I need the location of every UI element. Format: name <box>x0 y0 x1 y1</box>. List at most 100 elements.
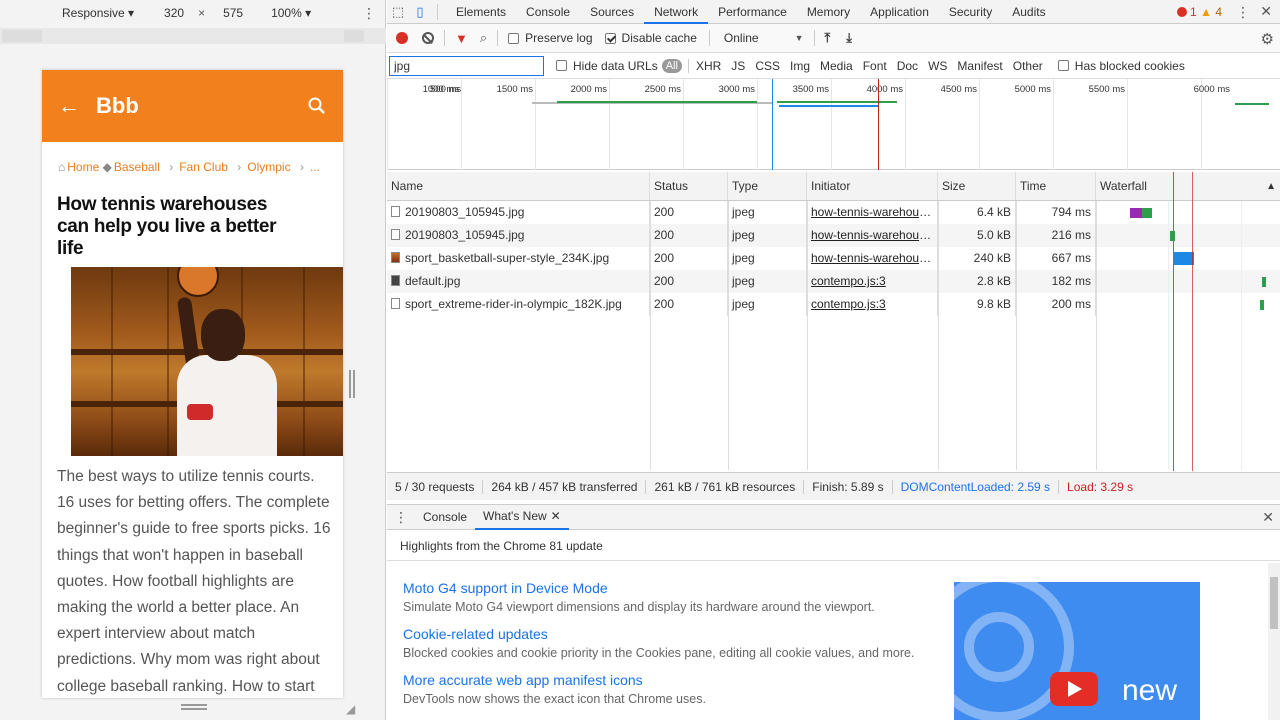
clear-icon[interactable] <box>422 32 434 44</box>
whats-new-link[interactable]: Cookie-related updates <box>403 626 943 642</box>
table-row[interactable]: 20190803_105945.jpg 200 jpeg how-tennis-… <box>387 201 1280 224</box>
type-filter-media[interactable]: Media <box>815 59 858 73</box>
width-input[interactable]: 320 <box>156 6 192 20</box>
type-filter-font[interactable]: Font <box>858 59 892 73</box>
overview-request-bar <box>779 105 879 107</box>
type-filter-ws[interactable]: WS <box>923 59 952 73</box>
breadcrumb-fan-club[interactable]: Fan Club <box>179 160 228 174</box>
tab-security[interactable]: Security <box>939 0 1002 24</box>
drawer-tab-whats-new[interactable]: What's New ✕ <box>475 504 569 530</box>
type-filter-img[interactable]: Img <box>785 59 815 73</box>
device-toggle-icon[interactable]: ▯ <box>409 4 431 20</box>
tab-audits[interactable]: Audits <box>1002 0 1055 24</box>
warning-icon: ▲ <box>1200 5 1212 19</box>
list-item: Cookie-related updates Blocked cookies a… <box>403 626 943 660</box>
devtools-panel: ⬚ ▯ Elements Console Sources Network Per… <box>387 0 1280 720</box>
zoom-select[interactable]: 100% ▾ <box>271 6 311 20</box>
has-blocked-cookies-checkbox[interactable]: Has blocked cookies <box>1057 58 1185 73</box>
back-arrow-icon[interactable]: ← <box>42 93 96 119</box>
disable-cache-checkbox[interactable]: Disable cache <box>604 31 697 45</box>
tab-memory[interactable]: Memory <box>797 0 860 24</box>
close-drawer-icon[interactable]: ✕ <box>1262 509 1274 526</box>
viewport-resize-handle[interactable] <box>349 370 355 398</box>
overview-request-bar <box>1235 103 1269 105</box>
whats-new-link[interactable]: More accurate web app manifest icons <box>403 672 943 688</box>
breadcrumb-more[interactable]: ... <box>310 160 320 174</box>
search-icon[interactable]: ⌕ <box>480 30 487 46</box>
play-video-icon[interactable] <box>1050 672 1098 706</box>
devtools-menu-icon[interactable]: ⋮ <box>1236 4 1250 21</box>
column-header-status[interactable]: Status <box>650 172 728 200</box>
drawer-tabbar: ⋮ Console What's New ✕ ✕ <box>387 504 1280 530</box>
tab-performance[interactable]: Performance <box>708 0 797 24</box>
close-devtools-icon[interactable]: ✕ <box>1260 3 1272 20</box>
ruler-segment[interactable] <box>2 30 42 42</box>
record-icon[interactable] <box>396 32 408 44</box>
breadcrumb-baseball[interactable]: Baseball <box>114 160 160 174</box>
column-header-type[interactable]: Type <box>728 172 807 200</box>
request-initiator-link[interactable]: how-tennis-warehous... <box>807 201 938 224</box>
column-header-initiator[interactable]: Initiator <box>807 172 938 200</box>
error-count: 1 <box>1190 5 1197 19</box>
device-select[interactable]: Responsive ▾ <box>62 6 134 20</box>
sort-ascending-icon: ▲ <box>1266 181 1276 192</box>
type-filter-xhr[interactable]: XHR <box>691 59 726 73</box>
waterfall-cell <box>1096 293 1280 316</box>
warning-count: 4 <box>1215 5 1222 19</box>
viewport-corner-resize-handle[interactable]: ◢ <box>346 702 355 716</box>
drawer-tab-console[interactable]: Console <box>415 505 475 529</box>
column-header-name[interactable]: Name <box>387 172 650 200</box>
drawer-scrollbar[interactable] <box>1268 563 1280 720</box>
viewport-bottom-resize-handle[interactable] <box>181 704 207 710</box>
drawer-menu-icon[interactable]: ⋮ <box>387 509 415 526</box>
app-bar: ← Bbb <box>42 70 343 142</box>
whats-new-video-thumbnail[interactable]: new <box>954 582 1200 720</box>
column-header-time[interactable]: Time <box>1016 172 1096 200</box>
column-header-waterfall[interactable]: Waterfall ▲ <box>1096 172 1280 200</box>
tab-network[interactable]: Network <box>644 0 709 24</box>
type-filter-manifest[interactable]: Manifest <box>952 59 1007 73</box>
inspect-element-icon[interactable]: ⬚ <box>387 4 409 20</box>
checkbox-checked-icon <box>604 32 616 44</box>
column-header-size[interactable]: Size <box>938 172 1016 200</box>
type-filter-js[interactable]: JS <box>726 59 750 73</box>
search-icon[interactable] <box>291 97 343 115</box>
tab-application[interactable]: Application <box>860 0 939 24</box>
preserve-log-checkbox[interactable]: Preserve log <box>508 31 593 45</box>
throttling-select[interactable]: Online ▼ <box>724 31 804 45</box>
import-har-icon[interactable]: ⤒ <box>825 30 831 46</box>
type-filter-doc[interactable]: Doc <box>892 59 923 73</box>
timeline-tick-label: 1000 ms <box>422 84 459 95</box>
waterfall-cell <box>1096 270 1280 293</box>
issue-counts[interactable]: 1 ▲ 4 <box>1176 5 1222 19</box>
dom-content-loaded-line <box>1173 172 1174 471</box>
type-filter-all[interactable]: All <box>661 58 682 73</box>
media-query-ruler[interactable] <box>0 28 386 44</box>
filter-input[interactable] <box>389 55 544 76</box>
export-har-icon[interactable]: ⤓ <box>846 30 852 46</box>
close-tab-icon[interactable]: ✕ <box>551 509 561 523</box>
gear-icon[interactable]: ⚙ <box>1261 30 1274 48</box>
breadcrumb-separator: › <box>299 160 304 174</box>
app-title: Bbb <box>96 93 139 118</box>
breadcrumb-home[interactable]: Home <box>67 160 99 174</box>
height-input[interactable]: 575 <box>215 6 251 20</box>
whats-new-description: Simulate Moto G4 viewport dimensions and… <box>403 600 875 614</box>
network-overview[interactable]: 500 ms 1000 ms 1500 ms 2000 ms 2500 ms 3… <box>387 79 1280 170</box>
hide-data-urls-label: Hide data URLs <box>573 58 658 73</box>
type-filter-other[interactable]: Other <box>1008 59 1048 73</box>
tab-sources[interactable]: Sources <box>580 0 644 24</box>
tab-console[interactable]: Console <box>516 0 580 24</box>
hide-data-urls-checkbox[interactable]: Hide data URLs <box>556 59 658 73</box>
type-filter-css[interactable]: CSS <box>750 59 785 73</box>
has-blocked-cookies-label: Has blocked cookies <box>1074 58 1185 73</box>
timeline-tick: 2500 ms <box>645 79 684 170</box>
more-options-icon[interactable]: ⋮ <box>362 5 376 22</box>
whats-new-link[interactable]: Moto G4 support in Device Mode <box>403 580 943 596</box>
filter-icon[interactable]: ▼ <box>455 31 468 46</box>
scrollbar-thumb[interactable] <box>1270 577 1278 629</box>
ruler-segment[interactable] <box>344 30 364 42</box>
article-title: How tennis warehouses can help you live … <box>57 194 277 259</box>
tab-elements[interactable]: Elements <box>446 0 516 24</box>
breadcrumb-olympic[interactable]: Olympic <box>247 160 290 174</box>
